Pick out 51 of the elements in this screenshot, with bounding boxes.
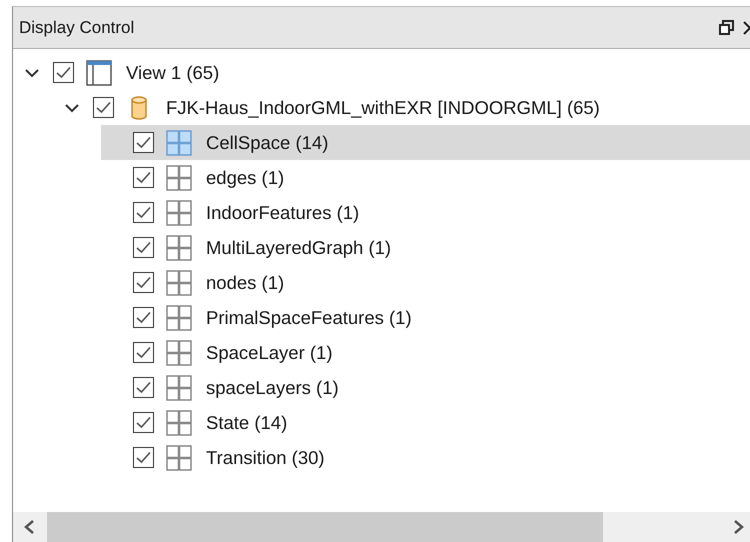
grid-icon	[166, 130, 192, 156]
checkbox[interactable]	[133, 307, 154, 328]
checkbox[interactable]	[133, 202, 154, 223]
tree-item[interactable]: PrimalSpaceFeatures (1)	[101, 300, 750, 335]
checkbox[interactable]	[133, 342, 154, 363]
item-label: MultiLayeredGraph (1)	[206, 236, 392, 260]
grid-icon	[166, 270, 192, 296]
tree-item[interactable]: SpaceLayer (1)	[101, 335, 750, 370]
checkbox[interactable]	[133, 272, 154, 293]
checkbox[interactable]	[133, 377, 154, 398]
item-label: FJK-Haus_IndoorGML_withEXR [INDOORGML] (65)	[166, 96, 600, 120]
item-label: State (14)	[206, 410, 288, 435]
tree-item[interactable]: Transition (30)	[101, 440, 750, 475]
tree-item[interactable]: IndoorFeatures (1)	[101, 195, 750, 230]
checkbox[interactable]	[133, 237, 154, 258]
tree-item[interactable]: FJK-Haus_IndoorGML_withEXR [INDOORGML] (65)	[61, 90, 750, 125]
scrollbar-thumb[interactable]	[47, 512, 603, 542]
grid-icon	[166, 234, 192, 260]
grid-icon	[166, 340, 192, 366]
horizontal-scrollbar[interactable]	[13, 512, 750, 542]
checkbox[interactable]	[133, 447, 154, 468]
item-label: View 1 (65)	[126, 60, 220, 85]
item-label: nodes (1)	[206, 270, 284, 295]
item-label: CellSpace (14)	[206, 130, 328, 155]
item-label: SpaceLayer (1)	[206, 340, 332, 365]
window-icon	[86, 60, 112, 86]
tree-item[interactable]: MultiLayeredGraph (1)	[101, 230, 750, 265]
tree-item[interactable]: CellSpace (14)	[101, 125, 750, 160]
checkbox[interactable]	[133, 167, 154, 188]
tree-item[interactable]: nodes (1)	[101, 265, 750, 300]
grid-icon	[166, 200, 192, 226]
tree-item[interactable]: View 1 (65)	[21, 55, 750, 90]
item-label: edges (1)	[206, 166, 284, 190]
checkbox[interactable]	[53, 62, 74, 83]
item-label: Transition (30)	[206, 446, 325, 470]
item-label: IndoorFeatures (1)	[206, 200, 360, 225]
checkbox[interactable]	[93, 97, 114, 118]
panel-title: Display Control	[19, 16, 134, 39]
tree-item[interactable]: edges (1)	[101, 160, 750, 195]
grid-icon	[166, 410, 192, 436]
grid-icon	[166, 164, 192, 190]
checkbox[interactable]	[133, 132, 154, 153]
checkbox[interactable]	[133, 412, 154, 433]
item-label: PrimalSpaceFeatures (1)	[206, 306, 412, 330]
float-icon[interactable]	[719, 20, 734, 35]
item-label: spaceLayers (1)	[206, 376, 339, 400]
grid-icon	[166, 444, 192, 470]
grid-icon	[166, 374, 192, 400]
tree-item[interactable]: State (14)	[101, 405, 750, 440]
tree-item[interactable]: spaceLayers (1)	[101, 370, 750, 405]
grid-icon	[166, 304, 192, 330]
